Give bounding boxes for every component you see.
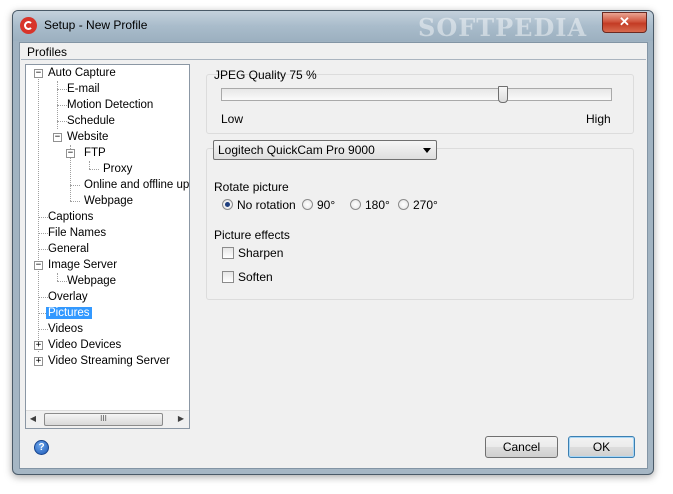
- radio-no-rotation[interactable]: No rotation: [222, 197, 296, 213]
- expand-icon[interactable]: +: [34, 341, 43, 350]
- tree-item-email[interactable]: E-mail: [65, 81, 102, 97]
- checkbox-label: Soften: [238, 270, 273, 284]
- tree-connector: [57, 273, 58, 281]
- tree-item-label: General: [48, 243, 89, 255]
- horizontal-scrollbar[interactable]: ◀ III ▶: [26, 410, 189, 428]
- radio-indicator: [350, 199, 361, 211]
- chevron-down-icon: [423, 148, 431, 153]
- scroll-right-icon[interactable]: ▶: [176, 414, 186, 424]
- tree-item-image-server[interactable]: Image Server: [46, 257, 119, 273]
- close-button[interactable]: ✕: [602, 12, 647, 33]
- tree-item-label: Overlay: [48, 291, 88, 303]
- tree-connector: [89, 169, 99, 170]
- tree-item-label: Captions: [48, 211, 94, 223]
- sharpen-checkbox[interactable]: Sharpen: [222, 245, 283, 261]
- tree-item-image-server-webpage[interactable]: Webpage: [65, 273, 118, 289]
- tree-item-label: Webpage: [84, 195, 134, 207]
- radio-90[interactable]: 90°: [302, 197, 335, 213]
- quality-slider-track[interactable]: [221, 88, 612, 101]
- tree-connector: [38, 75, 39, 352]
- collapse-icon[interactable]: −: [53, 133, 62, 142]
- tree-item-overlay[interactable]: Overlay: [46, 289, 90, 305]
- window-title: Setup - New Profile: [44, 18, 148, 32]
- radio-180[interactable]: 180°: [350, 197, 390, 213]
- watermark: SOFTPEDIA: [418, 13, 588, 42]
- tree-item-label: Webpage: [67, 275, 117, 287]
- tree-item-label: Pictures: [46, 307, 92, 319]
- tree-item-label: Videos: [48, 323, 83, 335]
- tree-connector: [70, 201, 80, 202]
- tree-item-label: Website: [67, 131, 109, 143]
- rotate-picture-label: Rotate picture: [214, 180, 289, 194]
- tree-item-label: Proxy: [103, 163, 133, 175]
- radio-indicator: [302, 199, 313, 211]
- profile-tree[interactable]: − Auto Capture E-mail Motion Detection S…: [25, 64, 190, 429]
- tree-item-label: E-mail: [67, 83, 100, 95]
- radio-label: No rotation: [237, 198, 296, 212]
- tree-item-auto-capture[interactable]: Auto Capture: [46, 65, 118, 81]
- tree-item-label: Auto Capture: [48, 67, 116, 79]
- tree-item-webpage[interactable]: Webpage: [82, 193, 135, 209]
- high-label: High: [586, 112, 611, 126]
- radio-label: 180°: [365, 198, 390, 212]
- checkbox-label: Sharpen: [238, 246, 284, 260]
- tree-item-video-devices[interactable]: Video Devices: [46, 337, 123, 353]
- collapse-icon[interactable]: −: [66, 149, 75, 158]
- tree-item-captions[interactable]: Captions: [46, 209, 95, 225]
- app-logo-icon: [20, 17, 37, 34]
- cancel-button[interactable]: Cancel: [485, 436, 558, 458]
- camera-dropdown-value: Logitech QuickCam Pro 9000: [218, 143, 375, 157]
- low-label: Low: [221, 112, 244, 126]
- tree-item-label: Video Devices: [48, 339, 122, 351]
- radio-270[interactable]: 270°: [398, 197, 438, 213]
- tree-item-pictures[interactable]: Pictures: [46, 305, 92, 321]
- expand-icon[interactable]: +: [34, 357, 43, 366]
- tree-item-file-names[interactable]: File Names: [46, 225, 108, 241]
- tree-item-website[interactable]: Website: [65, 129, 110, 145]
- tree-item-general[interactable]: General: [46, 241, 91, 257]
- tree-item-label: Schedule: [67, 115, 115, 127]
- tree-item-online-offline-upload[interactable]: Online and offline uplo: [82, 177, 190, 193]
- ok-button[interactable]: OK: [568, 436, 635, 458]
- tree-item-videos[interactable]: Videos: [46, 321, 85, 337]
- tree-connector: [89, 161, 90, 169]
- camera-dropdown[interactable]: Logitech QuickCam Pro 9000: [213, 140, 437, 160]
- tree-item-label: FTP: [84, 147, 106, 159]
- soften-checkbox[interactable]: Soften: [222, 269, 273, 285]
- picture-effects-label: Picture effects: [214, 228, 290, 242]
- profiles-header: Profiles: [21, 44, 646, 60]
- radio-label: 270°: [413, 198, 438, 212]
- scroll-thumb[interactable]: III: [44, 413, 163, 426]
- tree-item-label: Video Streaming Server: [48, 355, 170, 367]
- tree-item-label: Motion Detection: [67, 99, 154, 111]
- quality-group: [206, 74, 634, 134]
- tree-item-motion-detection[interactable]: Motion Detection: [65, 97, 155, 113]
- tree-item-label: File Names: [48, 227, 107, 239]
- scroll-left-icon[interactable]: ◀: [28, 414, 38, 424]
- checkbox-indicator: [222, 270, 234, 283]
- radio-label: 90°: [317, 198, 336, 212]
- checkbox-indicator: [222, 246, 234, 259]
- collapse-icon[interactable]: −: [34, 261, 43, 270]
- collapse-icon[interactable]: −: [34, 69, 43, 78]
- tree-item-proxy[interactable]: Proxy: [101, 161, 134, 177]
- radio-indicator: [398, 199, 409, 211]
- tree-item-schedule[interactable]: Schedule: [65, 113, 117, 129]
- title-bar[interactable]: Setup - New Profile SOFTPEDIA ✕: [13, 11, 653, 42]
- jpeg-quality-label: JPEG Quality 75 %: [214, 68, 317, 82]
- tree-item-label: Online and offline uplo: [84, 179, 190, 191]
- quality-slider-thumb[interactable]: [497, 86, 508, 103]
- tree-item-ftp[interactable]: FTP: [82, 145, 108, 161]
- tree-item-label: Image Server: [48, 259, 118, 271]
- tree-connector: [70, 185, 80, 186]
- radio-indicator: [222, 199, 233, 211]
- help-icon[interactable]: ?: [34, 440, 49, 455]
- tree-item-video-streaming-server[interactable]: Video Streaming Server: [46, 353, 172, 369]
